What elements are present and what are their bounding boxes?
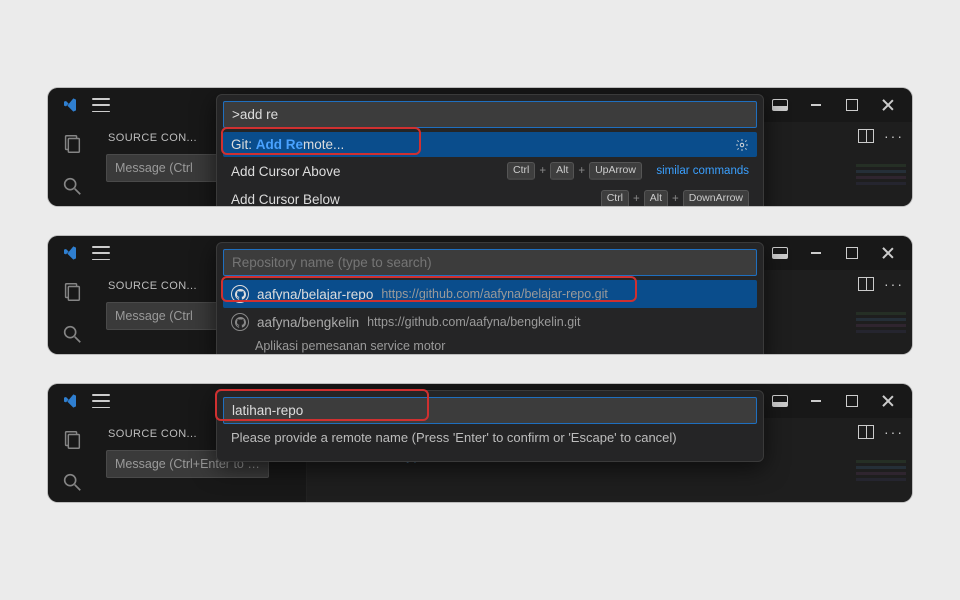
activity-bar: [48, 270, 96, 354]
minimap[interactable]: [856, 460, 906, 500]
layout-bottom-icon[interactable]: [766, 91, 794, 119]
explorer-icon[interactable]: [60, 428, 84, 452]
menu-icon[interactable]: [92, 246, 110, 260]
maximize-button[interactable]: [838, 91, 866, 119]
minimize-button[interactable]: [802, 239, 830, 267]
command-palette-input[interactable]: [223, 101, 757, 128]
command-palette: Git: Add Remote... Add Cursor Above Ctrl…: [216, 94, 764, 206]
search-icon[interactable]: [60, 470, 84, 494]
more-icon[interactable]: ···: [884, 276, 904, 292]
explorer-icon[interactable]: [60, 280, 84, 304]
vscode-window-3: SOURCE CON... Message (Ctrl+Enter to co.…: [48, 384, 912, 502]
maximize-button[interactable]: [838, 387, 866, 415]
vscode-window-2: SOURCE CON... Message (Ctrl ··· aafyna/b…: [48, 236, 912, 354]
gear-icon[interactable]: [735, 138, 749, 152]
menu-icon[interactable]: [92, 98, 110, 112]
input-hint: Please provide a remote name (Press 'Ent…: [223, 424, 757, 447]
menu-icon[interactable]: [92, 394, 110, 408]
more-icon[interactable]: ···: [884, 128, 904, 144]
vscode-icon: [62, 393, 78, 409]
maximize-button[interactable]: [838, 239, 866, 267]
activity-bar: [48, 122, 96, 206]
vscode-icon: [62, 97, 78, 113]
vscode-window-1: SOURCE CON... Message (Ctrl ··· Git: Add…: [48, 88, 912, 206]
vscode-icon: [62, 245, 78, 261]
minimize-button[interactable]: [802, 91, 830, 119]
github-icon: [231, 285, 249, 303]
repository-picker: aafyna/belajar-repo https://github.com/a…: [216, 242, 764, 354]
layout-bottom-icon[interactable]: [766, 387, 794, 415]
minimap[interactable]: [856, 164, 906, 204]
command-add-cursor-below[interactable]: Add Cursor Below Ctrl+ Alt+ DownArrow: [223, 185, 757, 206]
github-icon: [231, 313, 249, 331]
command-git-add-remote[interactable]: Git: Add Remote...: [223, 132, 757, 157]
repo-description: Aplikasi pemesanan service motor: [231, 339, 749, 353]
activity-bar: [48, 418, 96, 502]
remote-name-input-box: Please provide a remote name (Press 'Ent…: [216, 390, 764, 462]
command-add-cursor-above[interactable]: Add Cursor Above Ctrl+ Alt+ UpArrow simi…: [223, 157, 757, 185]
search-icon[interactable]: [60, 174, 84, 198]
search-icon[interactable]: [60, 322, 84, 346]
remote-name-input[interactable]: [223, 397, 757, 424]
explorer-icon[interactable]: [60, 132, 84, 156]
minimize-button[interactable]: [802, 387, 830, 415]
minimap[interactable]: [856, 312, 906, 352]
close-button[interactable]: [874, 239, 902, 267]
similar-commands-link[interactable]: similar commands: [656, 165, 749, 177]
repo-option-1[interactable]: aafyna/belajar-repo https://github.com/a…: [223, 280, 757, 308]
split-editor-icon[interactable]: [858, 129, 874, 143]
layout-bottom-icon[interactable]: [766, 239, 794, 267]
split-editor-icon[interactable]: [858, 425, 874, 439]
repo-option-2[interactable]: aafyna/bengkelin https://github.com/aafy…: [223, 308, 757, 354]
more-icon[interactable]: ···: [884, 424, 904, 440]
close-button[interactable]: [874, 91, 902, 119]
split-editor-icon[interactable]: [858, 277, 874, 291]
close-button[interactable]: [874, 387, 902, 415]
repository-search-input[interactable]: [223, 249, 757, 276]
